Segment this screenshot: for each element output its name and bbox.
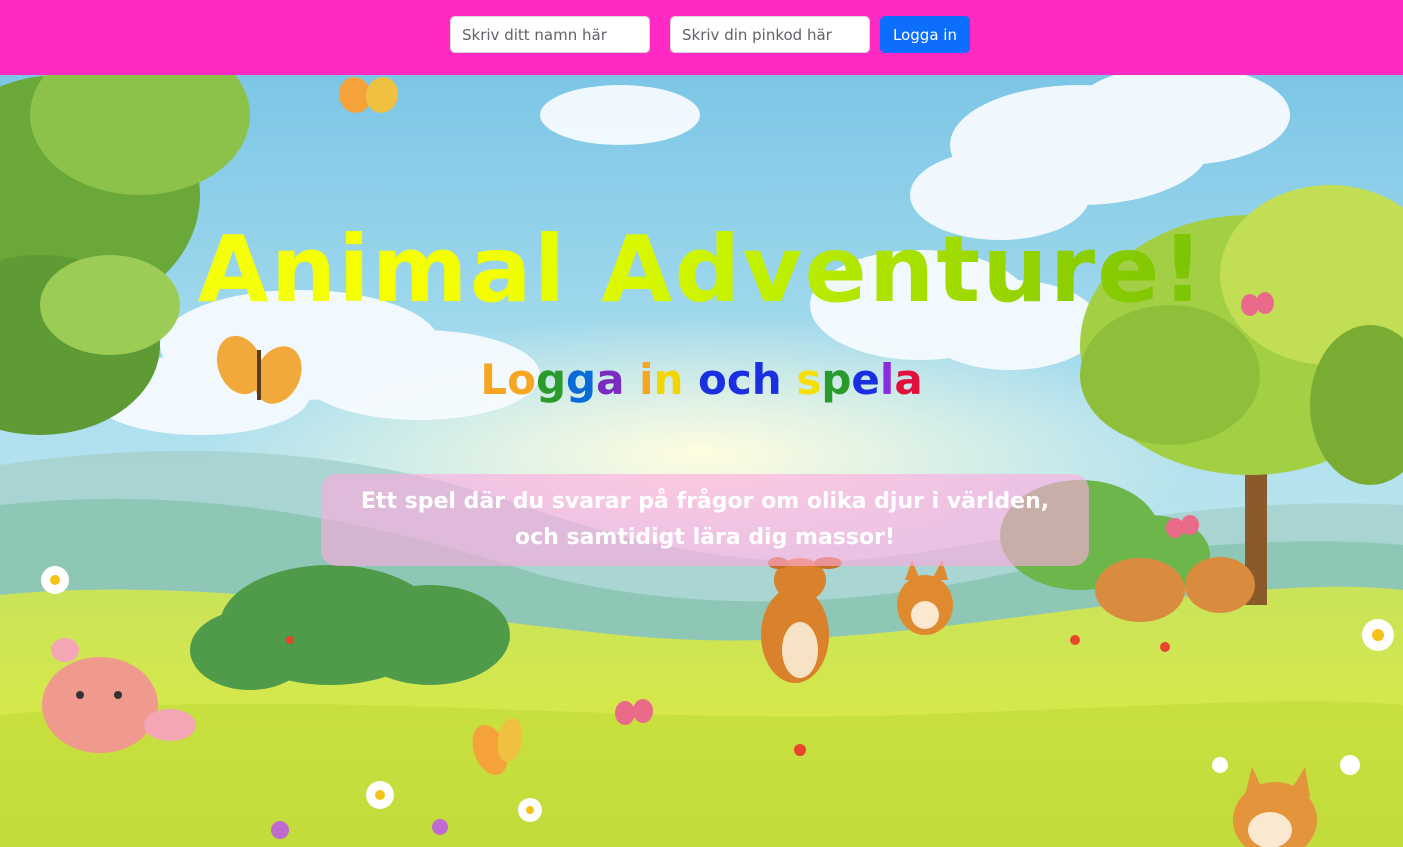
subtitle-letter: o: [698, 355, 727, 404]
subtitle-letter: a: [596, 355, 625, 404]
pin-code-input[interactable]: [670, 16, 870, 53]
subtitle-letter: [683, 352, 698, 408]
meadow-background-illustration: [0, 75, 1403, 847]
page-title: Animal Adventure!: [0, 215, 1403, 325]
subtitle-letter: h: [751, 355, 782, 404]
subtitle-letter: i: [639, 355, 654, 404]
subtitle-letter: c: [726, 355, 752, 404]
subtitle-letter: g: [535, 355, 567, 404]
subtitle-letter: [782, 352, 797, 408]
subtitle-login-and-play: Logga in och spela: [0, 352, 1403, 408]
subtitle-letter: s: [796, 355, 822, 404]
name-input[interactable]: [450, 16, 650, 53]
subtitle-letter: g: [566, 355, 597, 404]
hero-section: Animal Adventure! Logga in och spela Ett…: [0, 75, 1403, 847]
subtitle-letter: l: [879, 355, 895, 404]
subtitle-letter: a: [894, 355, 923, 404]
subtitle-letter: n: [653, 355, 684, 404]
subtitle-letter: [624, 352, 639, 408]
description-box: Ett spel där du svarar på frågor om olik…: [321, 474, 1089, 566]
login-button[interactable]: Logga in: [880, 16, 970, 53]
subtitle-letter: o: [507, 355, 536, 404]
description-text: Ett spel där du svarar på frågor om olik…: [360, 489, 1050, 550]
subtitle-letter: e: [851, 355, 880, 404]
subtitle-letter: L: [480, 355, 508, 404]
top-bar: Logga in: [0, 0, 1403, 75]
subtitle-letter: p: [821, 355, 852, 404]
